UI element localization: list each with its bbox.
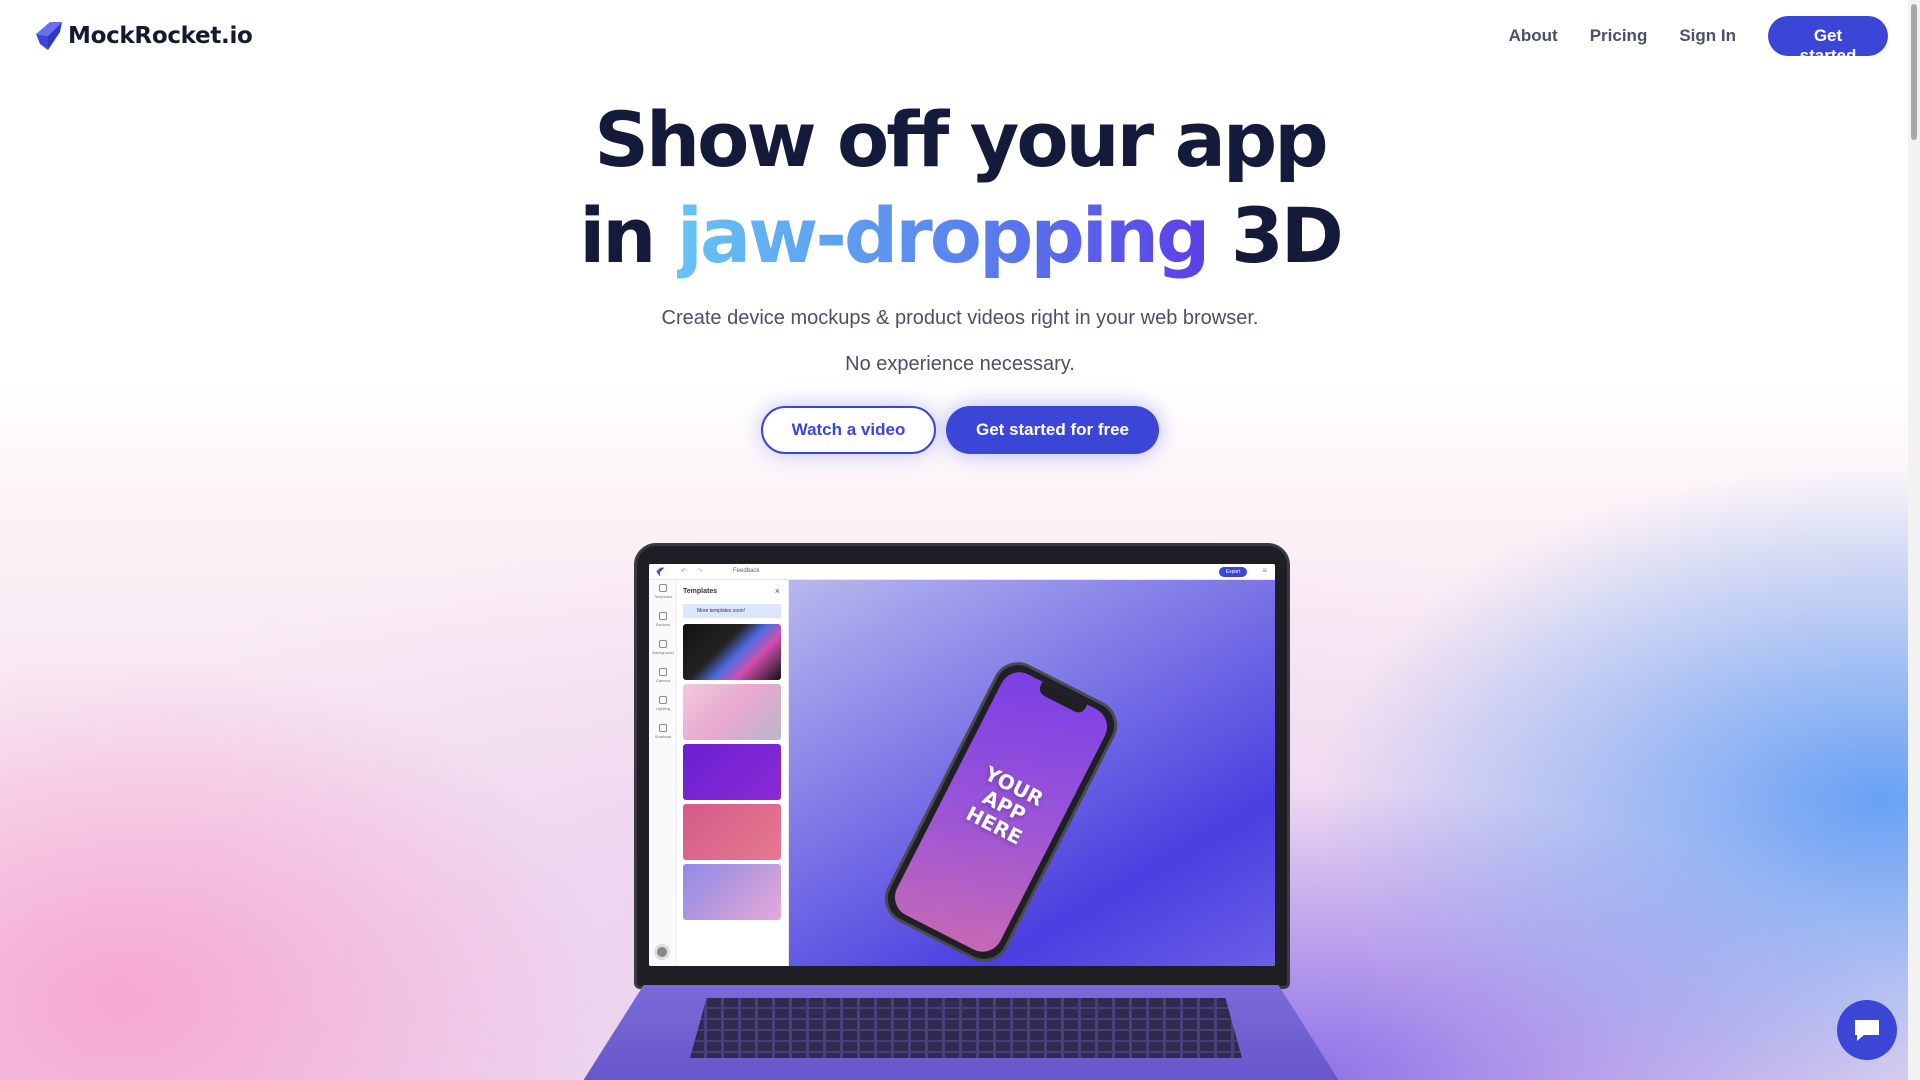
rail-lighting: Lighting bbox=[649, 692, 677, 720]
heading-highlight: jaw-dropping bbox=[676, 191, 1211, 280]
template-thumbnail bbox=[683, 804, 781, 860]
rail-devices: Devices bbox=[649, 608, 677, 636]
nav-link-about[interactable]: About bbox=[1509, 26, 1558, 46]
background-icon bbox=[659, 640, 667, 648]
shadow-icon bbox=[659, 724, 667, 732]
nav-link-sign-in[interactable]: Sign In bbox=[1679, 26, 1736, 46]
templates-panel: Templates × More templates soon! bbox=[677, 580, 789, 966]
hero-heading-line-1: Show off your app bbox=[594, 95, 1328, 184]
hero-heading-line-2: in jaw-dropping 3D bbox=[0, 188, 1920, 284]
camera-icon bbox=[659, 668, 667, 676]
light-icon bbox=[659, 696, 667, 704]
grid-icon bbox=[659, 584, 667, 592]
heading-suffix: 3D bbox=[1207, 191, 1344, 280]
menu-icon: ≡ bbox=[1262, 566, 1267, 575]
template-thumbnail bbox=[683, 864, 781, 920]
chat-launcher-button[interactable] bbox=[1837, 1000, 1897, 1060]
top-navigation: MockRocket.io About Pricing Sign In Get … bbox=[0, 0, 1920, 72]
hero-subtitle: Create device mockups & product videos r… bbox=[661, 307, 1259, 329]
export-button: Export bbox=[1219, 567, 1247, 577]
rail-background: Background bbox=[649, 636, 677, 664]
hero-cta-row: Watch a video Get started for free bbox=[0, 406, 1920, 454]
nav-links: About Pricing Sign In Get started bbox=[1509, 16, 1888, 65]
phone-icon bbox=[659, 612, 667, 620]
get-started-button[interactable]: Get started bbox=[1768, 16, 1888, 65]
laptop-screen: ↶ ↷ Feedback Export ≡ Templates Devices … bbox=[649, 564, 1275, 966]
nav-link-pricing[interactable]: Pricing bbox=[1590, 26, 1648, 46]
rocket-logo-icon bbox=[36, 22, 62, 50]
rail-camera: Camera bbox=[649, 664, 677, 692]
close-icon: × bbox=[774, 586, 780, 596]
brand-name: MockRocket.io bbox=[68, 23, 253, 49]
phone-placeholder-text: YOUR APP HERE bbox=[938, 750, 1071, 861]
rail-item-label: Templates bbox=[653, 594, 673, 599]
template-thumbnail bbox=[683, 684, 781, 740]
template-thumbnail bbox=[683, 744, 781, 800]
brand-logo[interactable]: MockRocket.io bbox=[32, 20, 253, 52]
chat-bubble-icon bbox=[1855, 1020, 1879, 1041]
get-started-free-button[interactable]: Get started for free bbox=[946, 406, 1159, 454]
rail-item-label: Shadows bbox=[654, 734, 672, 739]
panel-title: Templates bbox=[683, 588, 718, 595]
hero-subtitle-2: No experience necessary. bbox=[845, 353, 1075, 375]
hero-section: Show off your app in jaw-dropping 3D Cre… bbox=[0, 92, 1920, 454]
rail-templates: Templates bbox=[649, 580, 677, 608]
rail-shadows: Shadows bbox=[649, 720, 677, 748]
app-toolbar: ↶ ↷ Feedback Export ≡ bbox=[649, 564, 1275, 580]
rail-item-label: Camera bbox=[655, 678, 671, 683]
rail-item-label: Devices bbox=[655, 622, 671, 627]
watch-video-button[interactable]: Watch a video bbox=[761, 406, 936, 454]
laptop-mockup: ↶ ↷ Feedback Export ≡ Templates Devices … bbox=[634, 543, 1290, 989]
app-sidebar-rail: Templates Devices Background Camera Ligh… bbox=[649, 580, 677, 966]
rail-item-label: Lighting bbox=[655, 706, 670, 711]
panel-info-note: More templates soon! bbox=[683, 604, 781, 618]
rail-item-label: Background bbox=[652, 650, 674, 655]
feedback-link: Feedback bbox=[733, 568, 760, 574]
redo-icon: ↷ bbox=[697, 568, 703, 575]
template-thumbnail bbox=[683, 624, 781, 680]
keyboard-rows bbox=[690, 998, 1242, 1058]
undo-icon: ↶ bbox=[681, 568, 687, 575]
heading-prefix: in bbox=[579, 191, 677, 280]
help-icon bbox=[654, 944, 670, 960]
rocket-logo-icon bbox=[656, 567, 665, 577]
